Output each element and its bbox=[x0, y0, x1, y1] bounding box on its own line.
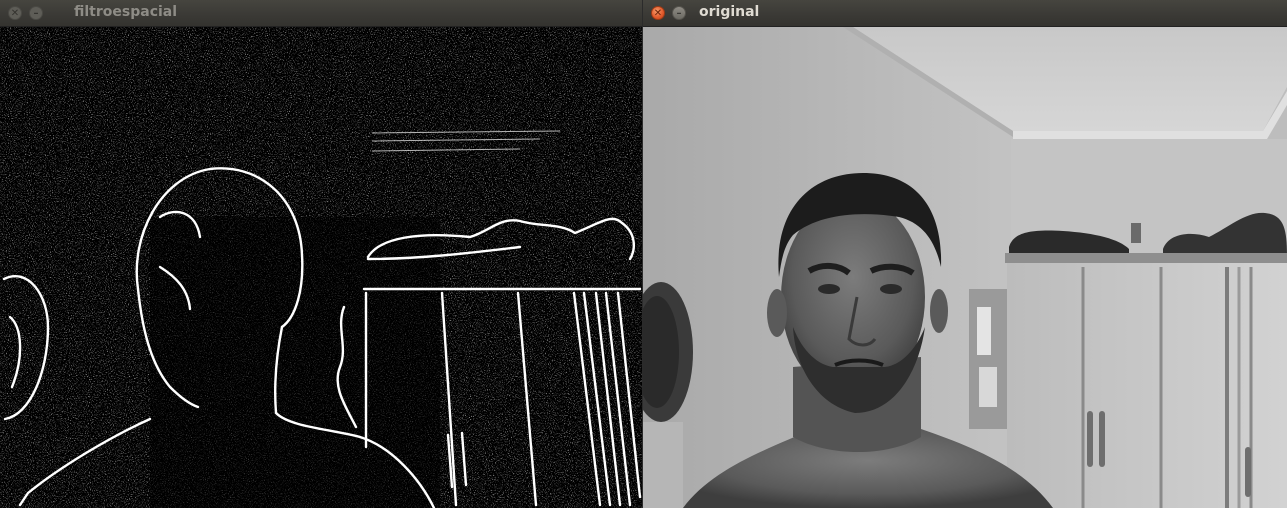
window-titlebar[interactable]: ✕ – original bbox=[643, 0, 1287, 27]
filtroespacial-window[interactable]: ✕ – filtroespacial bbox=[0, 0, 642, 508]
window-title: original bbox=[699, 4, 760, 20]
original-window[interactable]: ✕ – original bbox=[643, 0, 1287, 508]
close-icon[interactable]: ✕ bbox=[651, 6, 665, 20]
close-icon[interactable]: ✕ bbox=[8, 6, 22, 20]
minimize-icon[interactable]: – bbox=[29, 6, 43, 20]
window-titlebar[interactable]: ✕ – filtroespacial bbox=[0, 0, 642, 27]
minimize-icon[interactable]: – bbox=[672, 6, 686, 20]
original-video-frame bbox=[643, 27, 1287, 508]
window-title: filtroespacial bbox=[74, 4, 178, 20]
filtered-video-frame bbox=[0, 27, 642, 508]
